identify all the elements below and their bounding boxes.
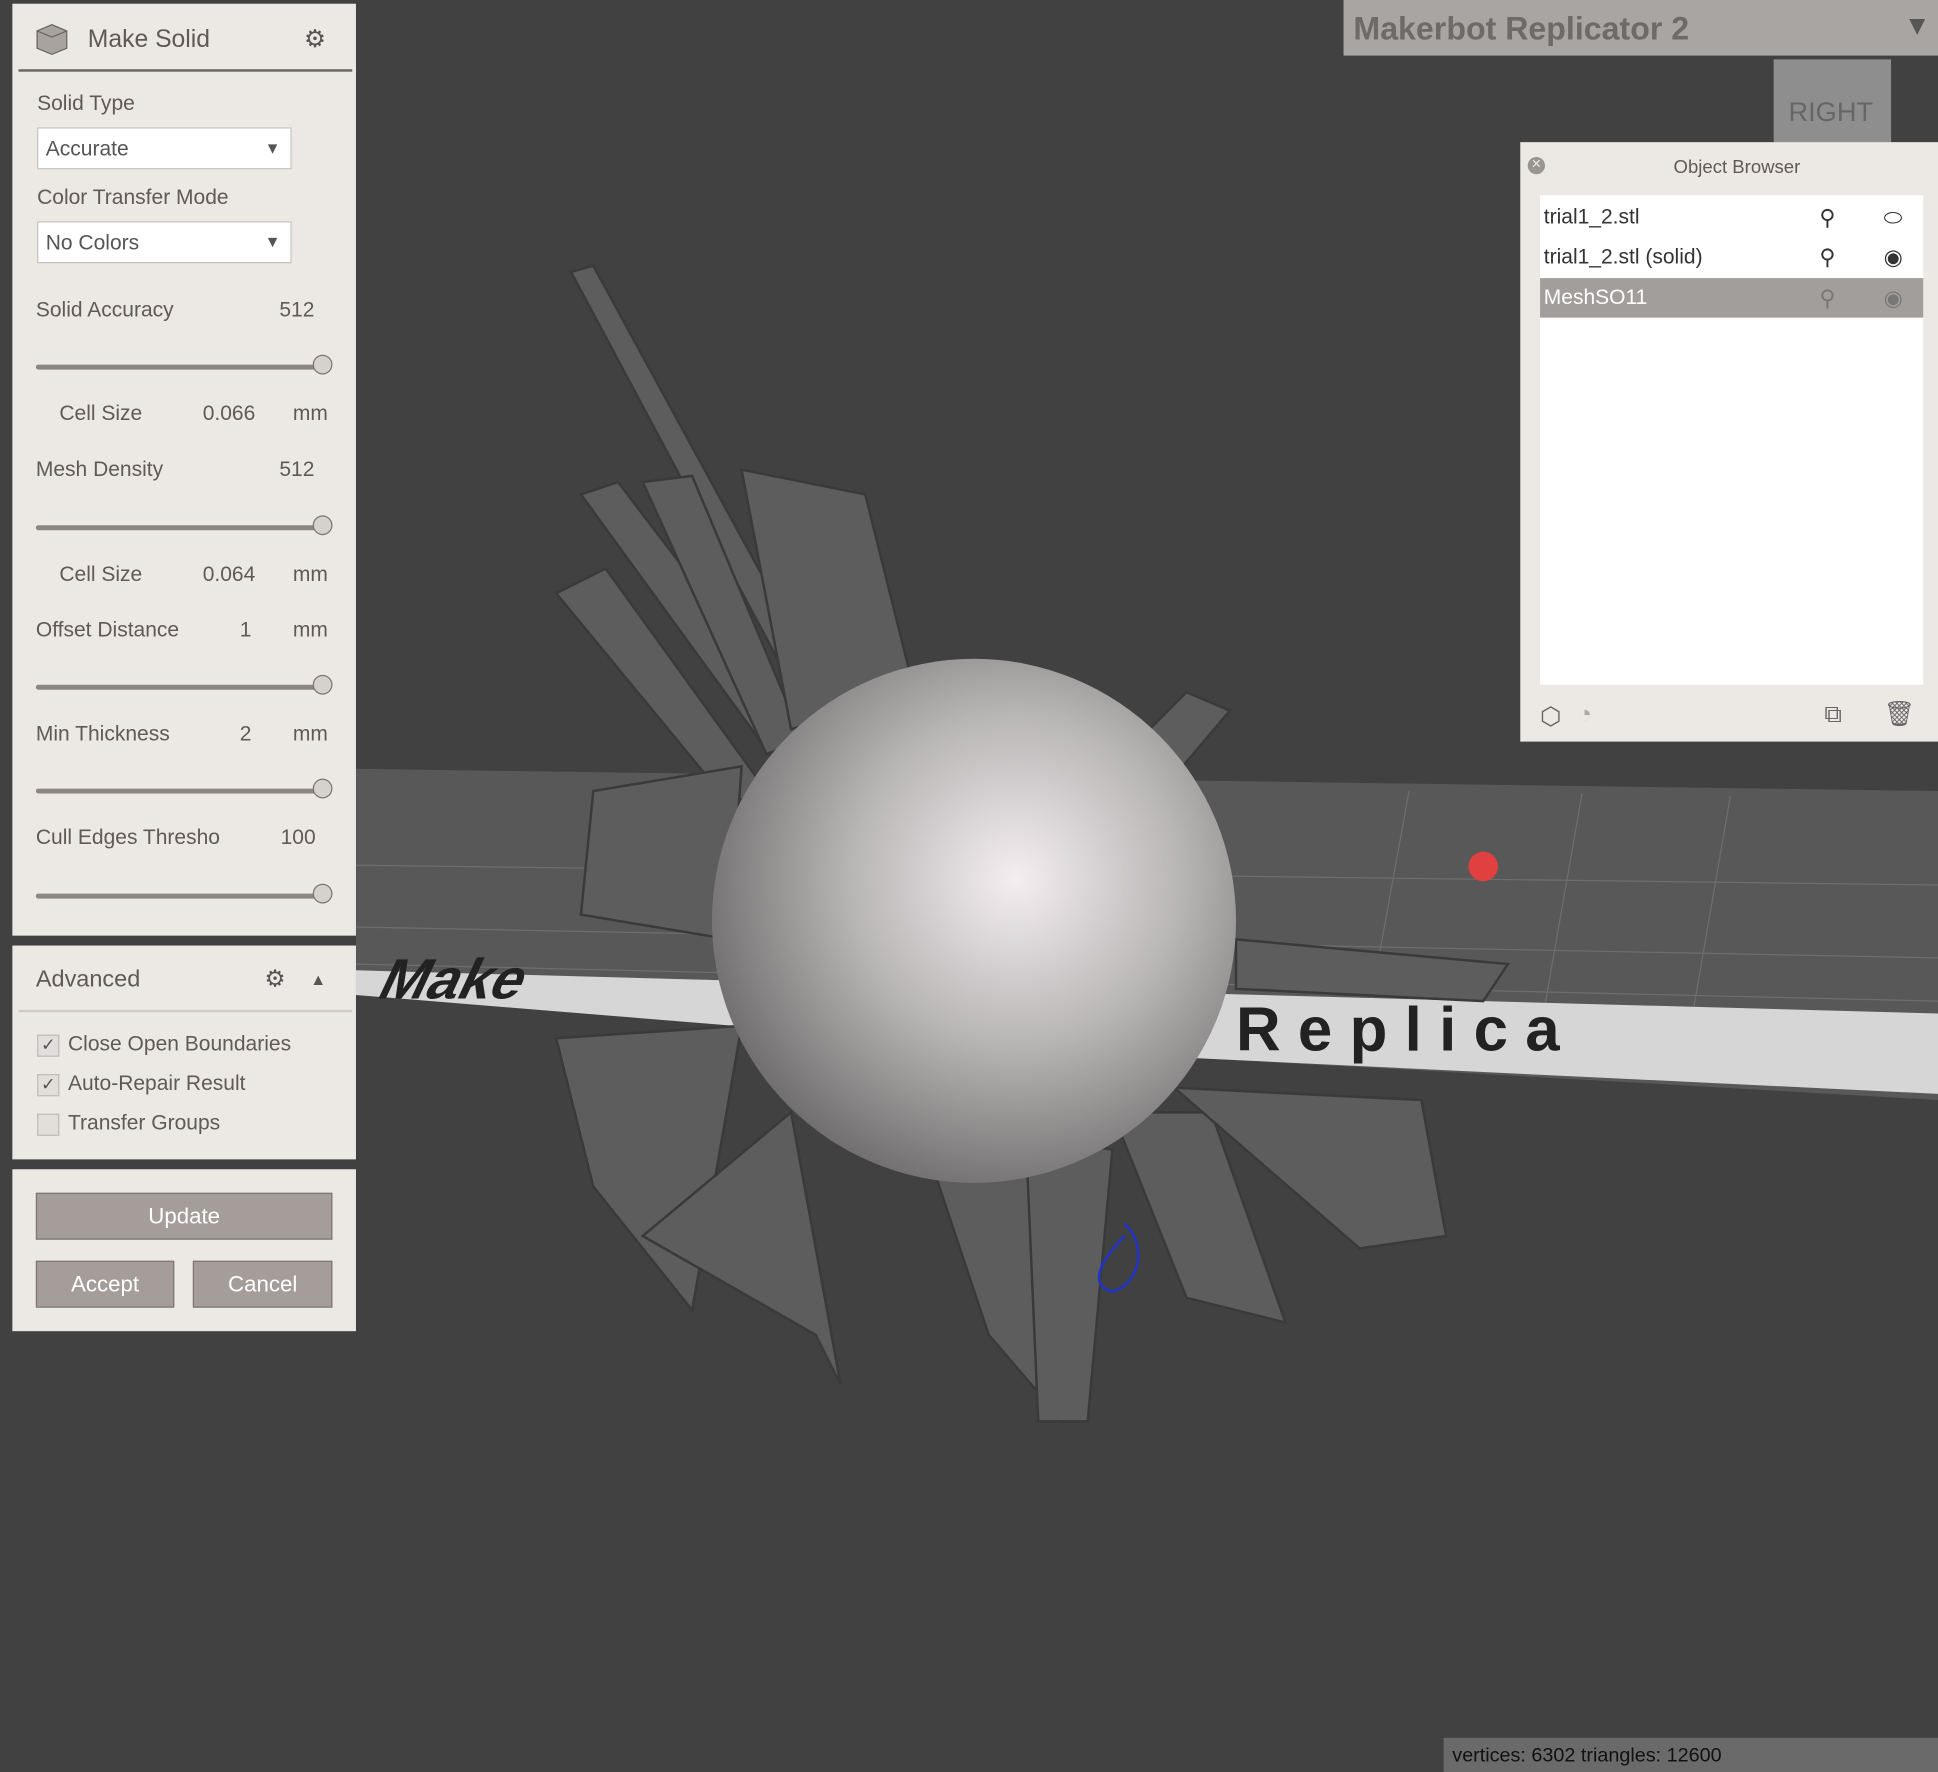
advanced-panel: Advanced ⚙ ▲ ✓ Close Open Boundaries ✓ A… (12, 945, 356, 1160)
transfer-groups-label: Transfer Groups (67, 1111, 221, 1135)
object-name: trial1_2.stl (1543, 205, 1640, 229)
cell-size-value: 0.064 (202, 562, 256, 586)
object-name: MeshSO11 (1543, 285, 1648, 309)
solid-type-value: Accurate (45, 137, 129, 161)
solid-type-dropdown[interactable]: Accurate ▼ (37, 127, 292, 170)
close-open-boundaries-label: Close Open Boundaries (67, 1032, 292, 1056)
solid-sphere (711, 658, 1236, 1183)
transfer-groups-checkbox[interactable] (37, 1113, 60, 1136)
solid-accuracy-label: Solid Accuracy (35, 297, 174, 322)
offset-distance-slider[interactable] (35, 674, 333, 695)
eye-icon[interactable]: ◉ (1884, 278, 1903, 318)
update-button[interactable]: Update (35, 1192, 333, 1240)
actions-panel: Update Accept Cancel (12, 1169, 356, 1332)
title-divider (18, 69, 353, 72)
chevron-down-icon: ▼ (1903, 9, 1931, 41)
duplicate-icon[interactable]: ⧉ (1824, 701, 1842, 729)
list-item-selected[interactable]: MeshSO11 ⚲ ◉ (1540, 278, 1924, 318)
color-mode-label: Color Transfer Mode (37, 185, 229, 209)
make-solid-panel: Make Solid ⚙ Solid Type Accurate ▼ Color … (12, 3, 356, 936)
offset-distance-label: Offset Distance (35, 618, 180, 642)
mesh-density-label: Mesh Density (35, 457, 164, 481)
slider-handle[interactable] (312, 778, 333, 799)
object-name: trial1_2.stl (solid) (1543, 244, 1703, 269)
red-marker (1468, 851, 1499, 882)
accept-button[interactable]: Accept (35, 1260, 175, 1308)
solid-type-label: Solid Type (37, 91, 135, 115)
printer-selector[interactable]: Makerbot Replicator 2 ▼ (1343, 0, 1938, 56)
object-browser: ✕ Object Browser trial1_2.stl ⚲ ⬭ trial1… (1520, 142, 1938, 742)
close-open-boundaries-checkbox[interactable]: ✓ (37, 1034, 60, 1057)
list-item[interactable]: trial1_2.stl (solid) ⚲ ◉ (1540, 237, 1923, 277)
gear-icon[interactable]: ⚙ (304, 23, 326, 54)
cull-edges-value: 100 (280, 825, 316, 850)
auto-repair-checkbox[interactable]: ✓ (37, 1074, 60, 1097)
pie-icon[interactable]: ◔ (1577, 701, 1592, 729)
eye-icon[interactable]: ◉ (1884, 237, 1903, 277)
solid-accuracy-value: 512 (279, 297, 315, 322)
gear-icon[interactable]: ⚙ (265, 965, 286, 993)
min-thickness-unit: mm (292, 721, 328, 746)
plate-text-left: Make (369, 947, 541, 1011)
magnet-icon[interactable]: ⚲ (1819, 237, 1835, 277)
cell-size-unit: mm (292, 401, 328, 426)
trash-icon[interactable]: 🗑 (1884, 698, 1915, 729)
mesh-density-value: 512 (279, 457, 315, 481)
mesh-density-slider[interactable] (35, 515, 333, 536)
cube-icon (36, 24, 68, 56)
slider-handle[interactable] (312, 354, 333, 375)
color-mode-dropdown[interactable]: No Colors ▼ (37, 221, 292, 264)
status-bar: vertices: 6302 triangles: 12600 (1443, 1737, 1938, 1772)
cell-size-value: 0.066 (202, 401, 256, 426)
view-cube[interactable]: RIGHT (1773, 59, 1892, 144)
auto-repair-label: Auto-Repair Result (67, 1071, 246, 1096)
list-item[interactable]: trial1_2.stl ⚲ ⬭ (1540, 198, 1923, 238)
mesh-stats: vertices: 6302 triangles: 12600 (1452, 1745, 1722, 1767)
cancel-button[interactable]: Cancel (192, 1260, 333, 1308)
collapse-icon[interactable]: ▲ (310, 970, 326, 989)
cull-edges-label: Cull Edges Thresho (35, 825, 221, 850)
min-thickness-label: Min Thickness (35, 721, 170, 746)
eye-closed-icon[interactable]: ⬭ (1884, 198, 1903, 238)
magnet-icon[interactable]: ⚲ (1819, 278, 1835, 318)
cell-size-label: Cell Size (59, 401, 143, 426)
cull-edges-slider[interactable] (35, 883, 333, 904)
slider-handle[interactable] (312, 674, 333, 695)
slider-handle[interactable] (312, 883, 333, 904)
magnet-icon[interactable]: ⚲ (1819, 198, 1835, 238)
cube-icon[interactable]: ⬡ (1540, 701, 1562, 732)
advanced-divider (18, 1009, 353, 1013)
min-thickness-slider[interactable] (35, 778, 333, 799)
offset-distance-unit: mm (292, 618, 328, 642)
dropdown-arrow-icon: ▼ (264, 138, 281, 157)
min-thickness-value: 2 (239, 721, 252, 746)
solid-accuracy-slider[interactable] (35, 354, 333, 375)
offset-distance-value: 1 (239, 618, 252, 642)
cell-size-unit: mm (292, 562, 328, 586)
close-icon[interactable]: ✕ (1527, 156, 1545, 175)
object-browser-title: Object Browser (1673, 156, 1801, 178)
cell-size-label: Cell Size (59, 562, 143, 586)
view-cube-face: RIGHT (1788, 96, 1874, 128)
dropdown-arrow-icon: ▼ (264, 232, 281, 251)
color-mode-value: No Colors (45, 231, 140, 255)
plate-text-right: Replica (1236, 996, 1577, 1065)
slider-handle[interactable] (312, 515, 333, 536)
advanced-title[interactable]: Advanced (36, 967, 140, 994)
printer-name: Makerbot Replicator 2 (1353, 9, 1690, 47)
panel-title: Make Solid (87, 25, 211, 54)
